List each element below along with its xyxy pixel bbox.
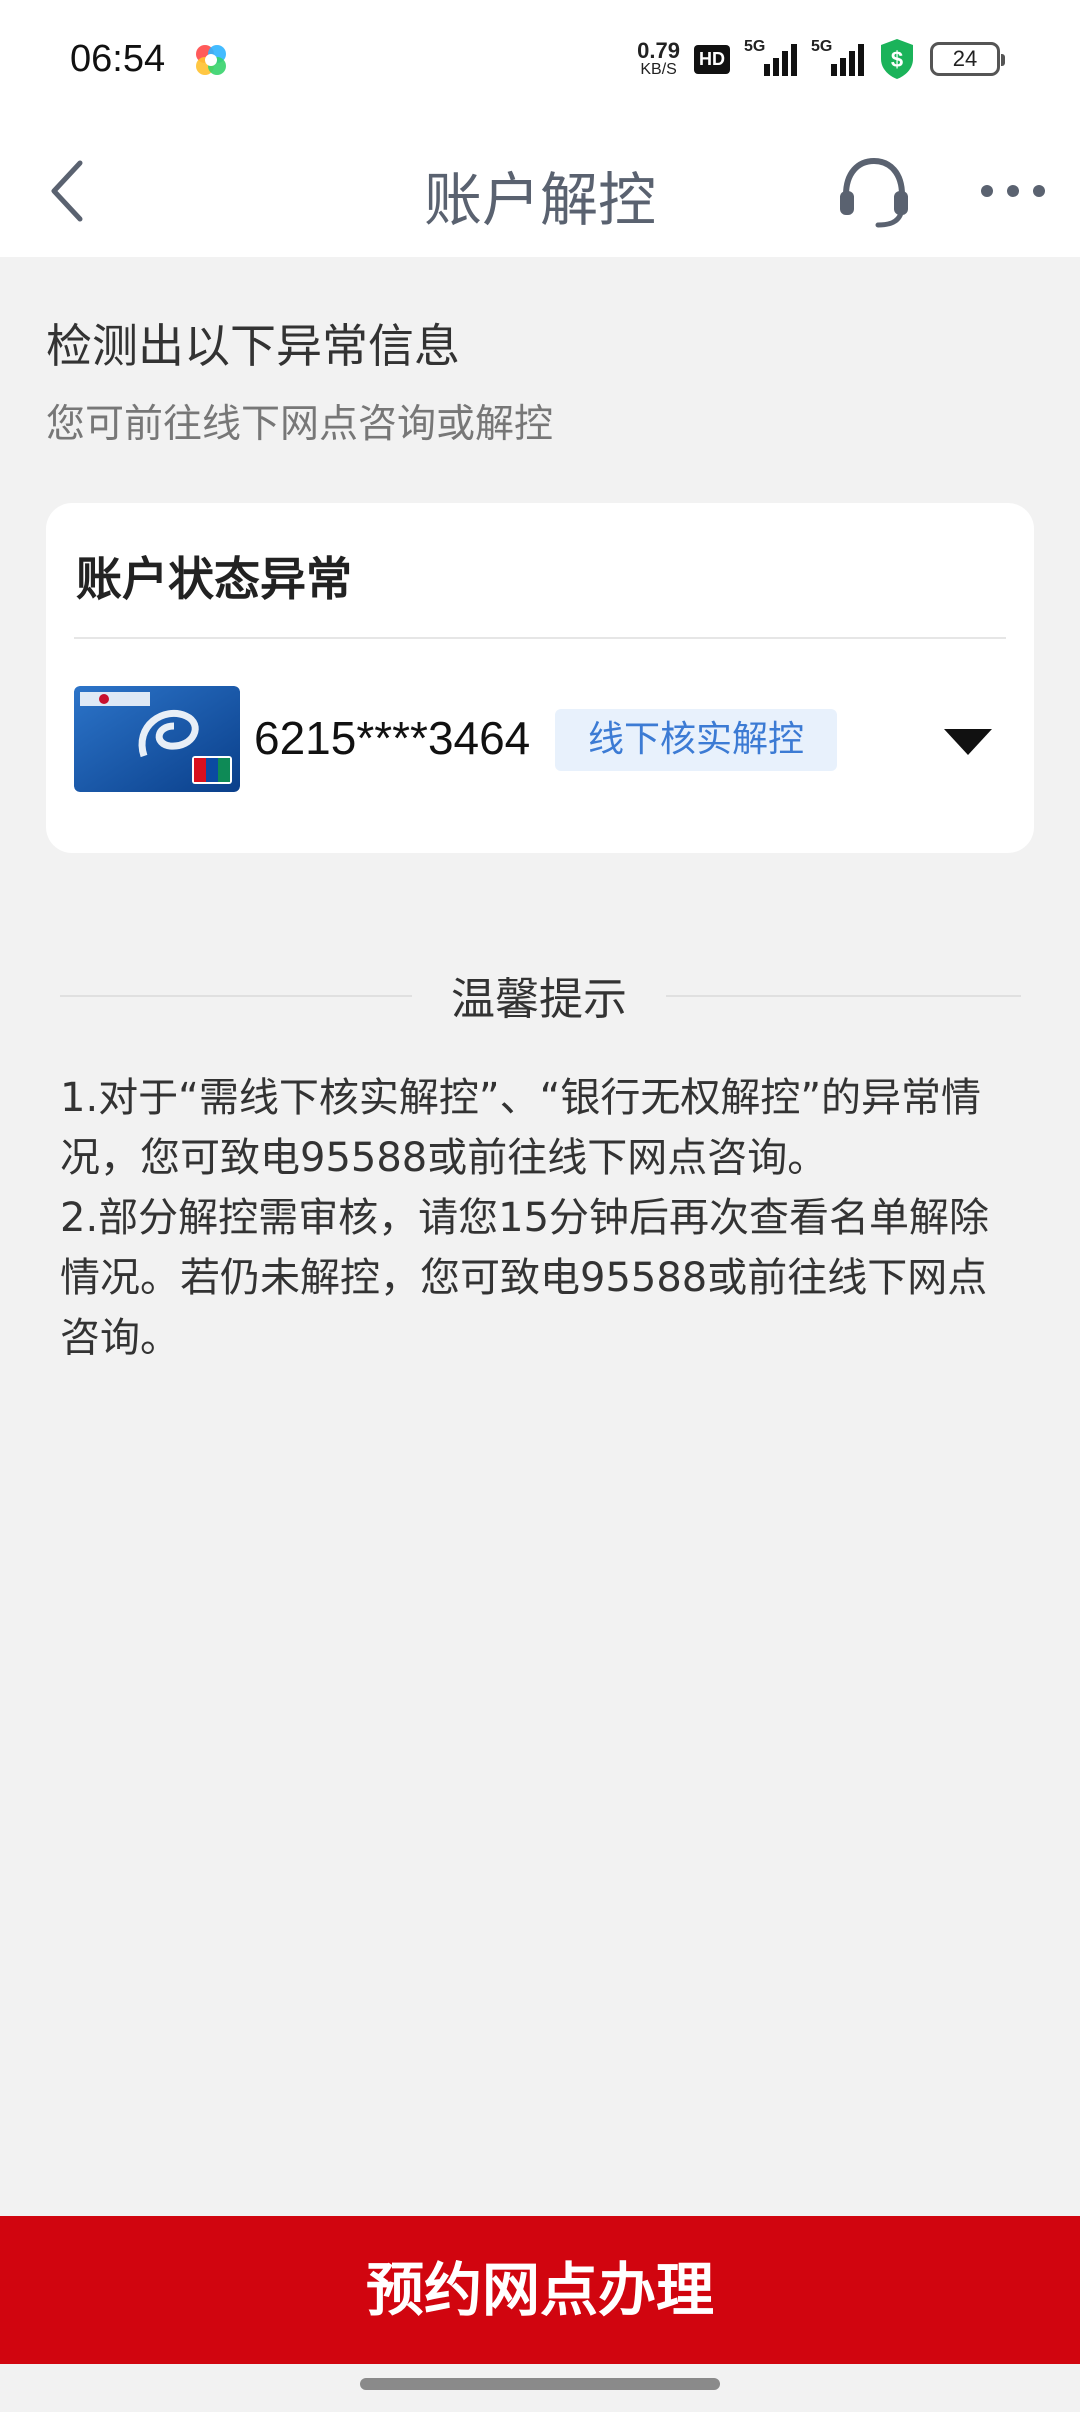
signal-sim1-icon: 5G: [744, 38, 797, 76]
status-icons: 0.79 KB/S HD 5G 5G $ 24: [637, 34, 1005, 84]
hd-icon: HD: [694, 44, 730, 74]
headset-icon[interactable]: [832, 151, 916, 231]
divider: [666, 995, 1021, 997]
page-title: 账户解控: [423, 166, 656, 234]
app-notification-icon: [196, 45, 226, 75]
book-branch-button[interactable]: 预约网点办理: [0, 2216, 1080, 2364]
tip-item: 2.部分解控需审核，请您15分钟后再次查看名单解除情况。若仍未解控，您可致电95…: [60, 1195, 990, 1361]
bank-card-image: [74, 686, 240, 792]
status-bar: 06:54 0.79 KB/S HD 5G 5G $ 24: [0, 0, 1080, 125]
tip-item: 1.对于“需线下核实解控”、“银行无权解控”的异常情况，您可致电95588或前往…: [60, 1075, 982, 1181]
sim1-label: 5G: [744, 38, 766, 55]
tips-body: 1.对于“需线下核实解控”、“银行无权解控”的异常情况，您可致电95588或前往…: [60, 1068, 1020, 1368]
home-indicator[interactable]: [360, 2378, 720, 2390]
more-horizontal-icon[interactable]: [975, 169, 1055, 213]
signal-sim2-icon: 5G: [811, 38, 864, 76]
divider: [74, 637, 1006, 639]
account-status-card: 账户状态异常 6215****3464 线下核实解控: [46, 503, 1034, 853]
card-title: 账户状态异常: [76, 552, 352, 606]
sim2-label: 5G: [811, 38, 833, 55]
security-shield-icon: $: [881, 39, 913, 79]
battery-icon: 24: [930, 42, 1005, 76]
section-heading: 检测出以下异常信息: [46, 319, 460, 373]
status-badge: 线下核实解控: [555, 709, 837, 771]
card-number: 6215****3464: [254, 712, 531, 764]
svg-text:$: $: [891, 47, 903, 72]
tips-title: 温馨提示: [451, 974, 627, 1025]
net-speed-unit: KB/S: [640, 61, 677, 78]
net-speed: 0.79 KB/S: [637, 40, 680, 78]
triangle-down-icon[interactable]: [940, 721, 996, 761]
status-time: 06:54: [70, 38, 166, 80]
divider: [60, 995, 412, 997]
battery-level: 24: [952, 46, 978, 71]
net-speed-value: 0.79: [637, 38, 680, 63]
section-subheading: 您可前往线下网点咨询或解控: [46, 402, 554, 447]
nav-bar: 账户解控: [0, 125, 1080, 257]
